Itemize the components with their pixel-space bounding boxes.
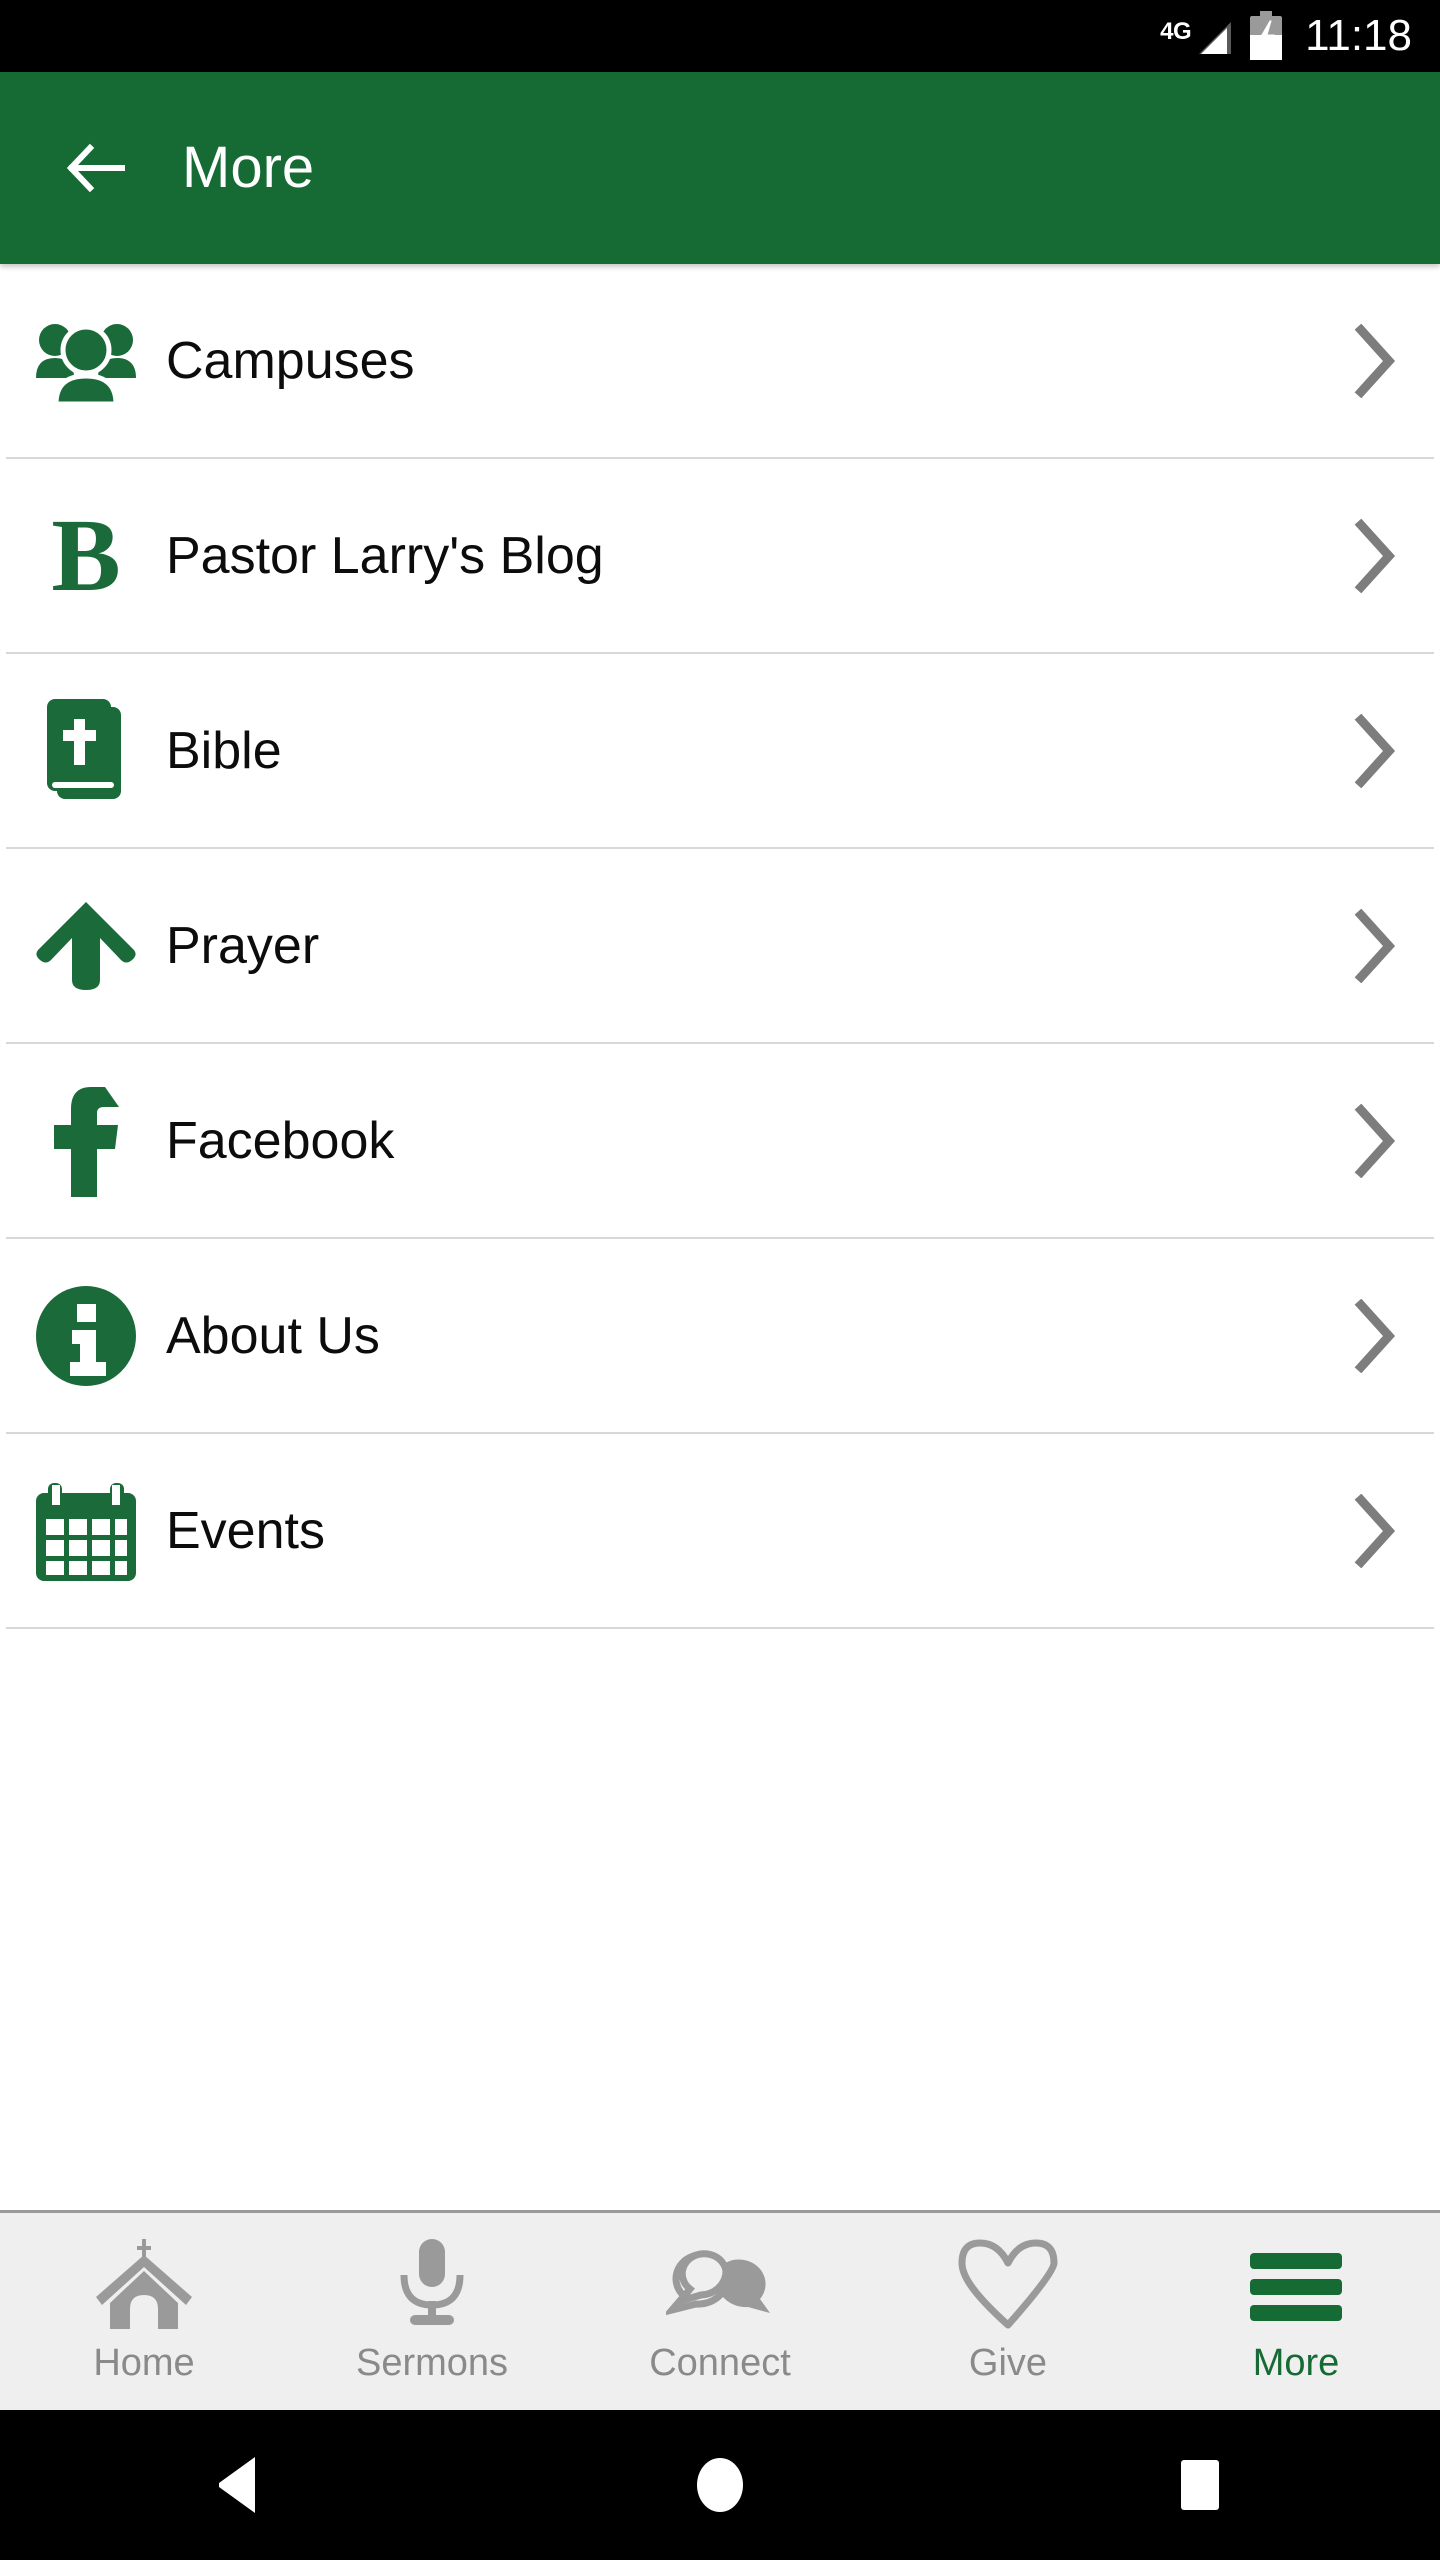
list-item-pastor-larrys-blog[interactable]: B Pastor Larry's Blog [6,459,1434,654]
chevron-right-icon [1314,323,1434,398]
tab-give[interactable]: Give [864,2213,1152,2410]
tab-label: Sermons [355,2341,509,2384]
list-item-label: Bible [166,721,282,780]
people-group-icon [6,318,166,404]
page-title: More [182,135,315,200]
status-bar: 4G 11:18 [0,0,1440,72]
list-item-bible[interactable]: Bible [6,654,1434,849]
list-item-about-us[interactable]: About Us [6,1239,1434,1434]
nav-back-triangle-icon[interactable] [0,2455,480,2515]
network-indicator: 4G [1160,14,1233,58]
chevron-right-icon [1314,1493,1434,1568]
tab-more[interactable]: More [1152,2213,1440,2410]
android-navigation-bar [0,2410,1440,2560]
tab-sermons[interactable]: Sermons [288,2213,576,2410]
nav-recents-square-icon[interactable] [960,2458,1440,2512]
battery-charging-icon [1247,11,1285,61]
tab-home[interactable]: Home [0,2213,288,2410]
list-item-label: Prayer [166,916,320,975]
phone-screen: 4G 11:18 More Campuses B Pastor Larry's … [0,0,1440,2560]
list-item-events[interactable]: Events [6,1434,1434,1629]
tab-label: More [1252,2341,1340,2384]
signal-triangle-icon [1193,18,1233,58]
calendar-icon [6,1475,166,1587]
heart-outline-icon [958,2239,1058,2329]
facebook-f-icon [6,1085,166,1197]
back-arrow-icon[interactable] [62,134,130,202]
app-bar: More [0,72,1440,264]
list-item-prayer[interactable]: Prayer [6,849,1434,1044]
tab-label: Home [93,2341,195,2384]
tab-label: Give [968,2341,1048,2384]
church-icon [92,2238,196,2329]
chevron-right-icon [1314,1298,1434,1373]
tab-label: Connect [649,2341,791,2384]
blog-b-icon: B [51,497,121,613]
info-circle-icon [6,1284,166,1388]
chevron-right-icon [1314,908,1434,983]
arrow-up-icon [6,898,166,994]
list-item-facebook[interactable]: Facebook [6,1044,1434,1239]
more-menu-list: Campuses B Pastor Larry's Blog Bible Pra… [0,264,1440,2210]
chevron-right-icon [1314,713,1434,788]
list-item-label: About Us [166,1306,380,1365]
list-item-label: Facebook [166,1111,395,1170]
list-item-label: Events [166,1501,325,1560]
network-type-label: 4G [1160,18,1192,45]
hamburger-menu-icon [1244,2241,1348,2329]
status-bar-clock: 11:18 [1305,11,1412,60]
bible-book-icon [6,697,166,805]
bottom-tab-bar: Home Sermons Connect Give More [0,2210,1440,2410]
chat-bubbles-icon [666,2241,774,2329]
list-item-label: Campuses [166,331,415,390]
tab-connect[interactable]: Connect [576,2213,864,2410]
chevron-right-icon [1314,1103,1434,1178]
nav-home-circle-icon[interactable] [480,2456,960,2514]
microphone-icon [392,2238,472,2329]
list-item-label: Pastor Larry's Blog [166,526,604,585]
status-bar-right-group: 4G 11:18 [1160,11,1412,61]
chevron-right-icon [1314,518,1434,593]
list-item-campuses[interactable]: Campuses [6,264,1434,459]
